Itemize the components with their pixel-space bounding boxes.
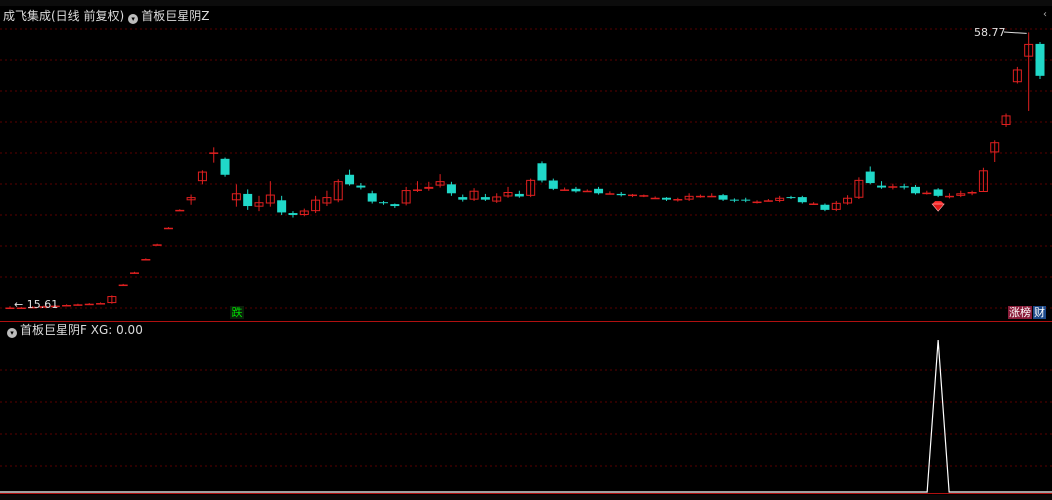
high-arrow-line — [1003, 31, 1027, 34]
candle-body — [888, 186, 898, 188]
candle-body — [967, 192, 977, 194]
candle-body — [141, 259, 151, 261]
candle-body — [243, 193, 253, 207]
candle-body — [910, 186, 920, 194]
candle-body — [605, 193, 615, 195]
collapse-circle-icon[interactable]: ▾ — [7, 328, 17, 338]
candle-body — [514, 193, 524, 197]
candle-body — [152, 244, 162, 246]
candle-body — [163, 227, 173, 230]
candle-body — [741, 199, 751, 201]
candlestick-series — [5, 32, 1045, 310]
candle-body — [582, 190, 592, 193]
candle-body — [277, 200, 287, 213]
candle-body — [673, 199, 683, 201]
candle-body — [356, 185, 366, 188]
xg-signal-line — [0, 339, 1052, 493]
indicator-panel-header: ▾ 首板巨星阴F XG: 0.00 — [3, 323, 143, 338]
candle-body — [639, 195, 649, 197]
candle-body — [899, 186, 909, 188]
candle-body — [661, 197, 671, 200]
candle-body — [118, 284, 128, 287]
candle-body — [288, 213, 298, 215]
candle-body — [650, 197, 660, 200]
candle-body — [820, 204, 830, 210]
indicator-readout: XG: 0.00 — [90, 323, 143, 337]
stock-title: 成飞集成(日线 前复权) — [3, 9, 125, 23]
candle-body — [209, 152, 219, 154]
candle-body — [922, 192, 932, 195]
candle-body — [175, 209, 185, 212]
candle-body — [73, 304, 83, 306]
candle-body — [628, 194, 638, 197]
candle-body — [616, 193, 626, 196]
collapse-circle-icon[interactable]: ▾ — [128, 14, 139, 24]
candle-body — [548, 180, 558, 189]
candle-body — [809, 203, 819, 205]
grid-lines — [0, 28, 1052, 494]
candle-body — [933, 189, 943, 196]
candle-body — [5, 307, 15, 310]
high-price-label: 58.77 — [974, 26, 1006, 39]
zhangting-tag[interactable]: 涨榜 — [1008, 306, 1032, 319]
candle-body — [594, 188, 604, 194]
candle-body — [729, 199, 739, 201]
candle-body — [797, 197, 807, 203]
bottom-status-strip — [0, 495, 1052, 500]
candle-body — [865, 171, 875, 184]
scroll-left-arrow-icon[interactable]: ‹ — [1043, 8, 1047, 22]
candle-body — [718, 195, 728, 200]
indicator-name[interactable]: 首板巨星阴Z — [141, 9, 209, 23]
candle-body — [458, 197, 468, 200]
candle-body — [367, 193, 377, 202]
finance-tag[interactable]: 财 — [1033, 306, 1046, 319]
candle-body — [379, 202, 389, 204]
candle-body — [390, 204, 400, 207]
candle-body — [62, 304, 72, 307]
candle-body — [560, 189, 570, 191]
candle-body — [752, 201, 762, 204]
red-gem-icon — [932, 201, 945, 205]
candle-body — [571, 188, 581, 192]
candle-body — [1035, 43, 1045, 76]
candle-body — [695, 195, 705, 198]
low-price-value: 15.61 — [26, 298, 59, 311]
chart-canvas — [0, 28, 1052, 494]
candle-body — [877, 185, 887, 188]
red-gem-icon — [931, 203, 945, 212]
candle-body — [345, 174, 355, 185]
candle-body — [944, 195, 954, 198]
candle-body — [84, 303, 94, 306]
low-price-label: ← 15.61 — [14, 298, 58, 312]
indicator-series — [0, 339, 1052, 493]
drop-tag[interactable]: 跌 — [230, 306, 244, 319]
candle-body — [412, 189, 422, 191]
candle-body — [220, 158, 230, 175]
main-panel-header: 成飞集成(日线 前复权) ▾ 首板巨星阴Z — [3, 9, 209, 24]
candle-body — [424, 186, 434, 189]
candle-body — [763, 200, 773, 202]
candle-body — [130, 272, 140, 274]
candle-body — [480, 197, 490, 200]
candle-body — [537, 163, 547, 181]
candle-body — [707, 195, 717, 198]
candle-body — [96, 303, 106, 305]
arrow-icon: ← — [14, 298, 24, 311]
indicator-panel-title[interactable]: 首板巨星阴F — [20, 323, 87, 337]
candle-body — [786, 197, 796, 199]
candle-body — [446, 184, 456, 194]
